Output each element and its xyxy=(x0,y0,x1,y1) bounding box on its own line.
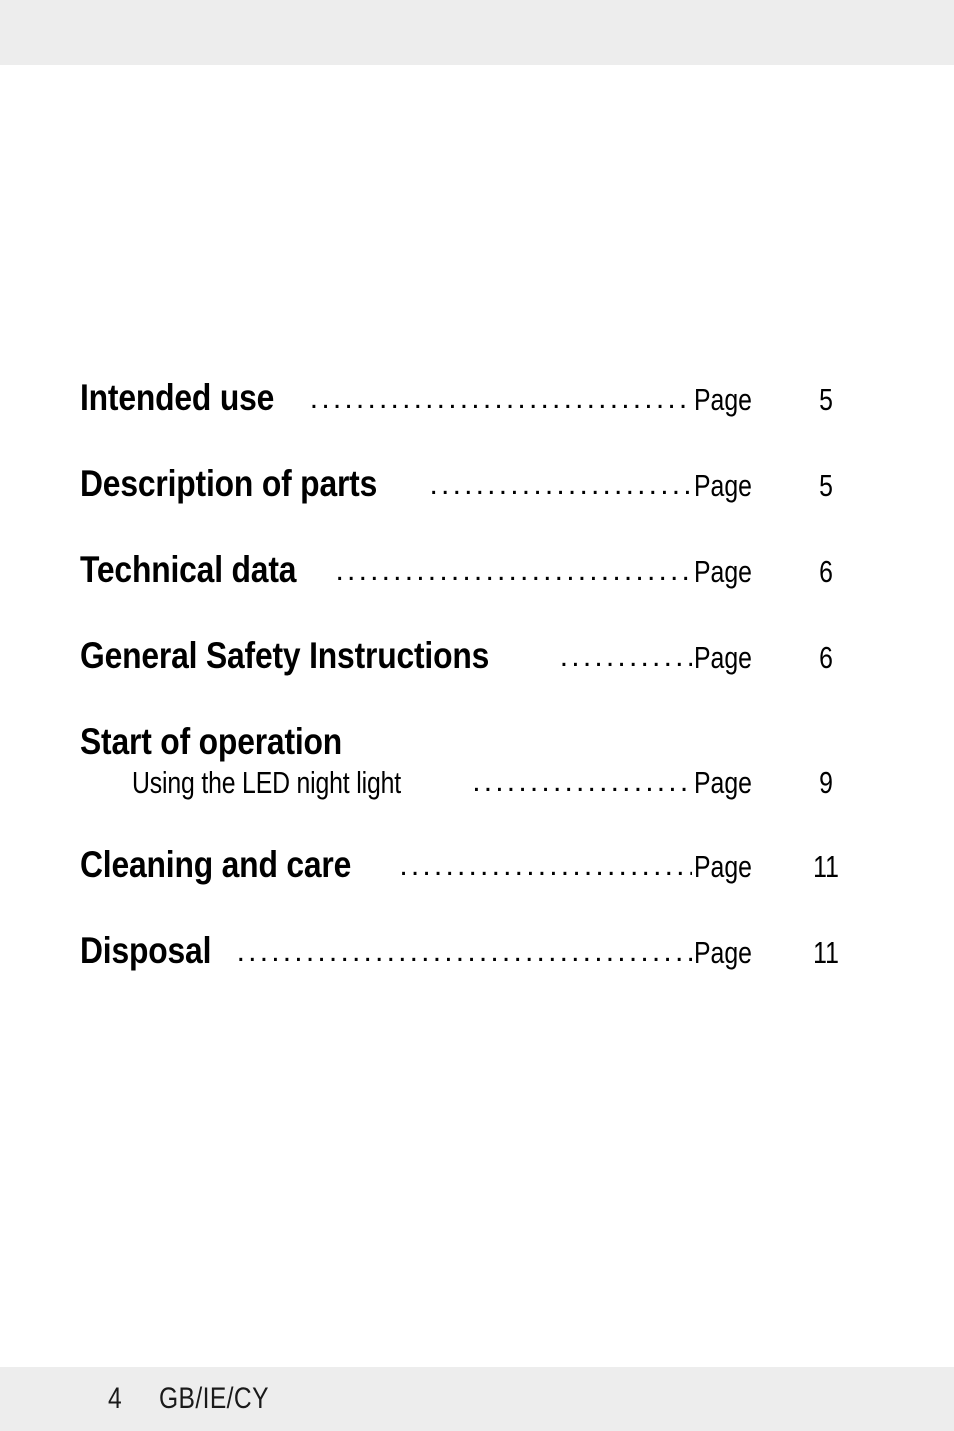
toc-entry-title: Using the LED night light xyxy=(132,764,401,800)
footer-locale-label: GB/IE/CY xyxy=(158,1382,269,1415)
toc-entry-page-label: Page xyxy=(694,849,752,885)
toc-entry-title: Start of operation xyxy=(80,720,343,762)
dot-leader: ........................................… xyxy=(472,766,692,797)
toc-entry-page-label: Page xyxy=(694,467,752,503)
toc-entry-general-safety-instructions[interactable]: General Safety Instructions ............… xyxy=(80,634,880,676)
page-footer: 4 GB/IE/CY xyxy=(0,1367,954,1431)
table-of-contents: Intended use ...........................… xyxy=(80,378,880,971)
toc-entry-page-label: Page xyxy=(694,935,752,971)
toc-entry-page-number: 11 xyxy=(813,935,839,971)
toc-entry-page-number: 9 xyxy=(819,764,833,800)
toc-entry-page-label: Page xyxy=(694,764,752,800)
toc-entry-page-number: 6 xyxy=(819,639,833,675)
toc-entry-using-the-led-night-light[interactable]: Using the LED night light ..............… xyxy=(80,764,880,800)
toc-entry-title: Cleaning and care xyxy=(80,844,352,886)
toc-entry-title: General Safety Instructions xyxy=(80,634,490,676)
toc-entry-start-of-operation[interactable]: Start of operation .....................… xyxy=(80,720,880,762)
dot-leader: ........................................… xyxy=(559,641,692,672)
dot-leader: ........................................… xyxy=(236,937,692,968)
toc-entry-title: Intended use xyxy=(80,377,275,418)
toc-entry-page-number: 6 xyxy=(819,553,833,589)
toc-entry-page-label: Page xyxy=(694,639,752,675)
toc-entry-intended-use[interactable]: Intended use ...........................… xyxy=(80,378,880,418)
toc-entry-description-of-parts[interactable]: Description of parts ...................… xyxy=(80,462,880,504)
toc-entry-technical-data[interactable]: Technical data .........................… xyxy=(80,548,880,590)
toc-entry-disposal[interactable]: Disposal ...............................… xyxy=(80,931,880,971)
toc-entry-title: Disposal xyxy=(80,930,212,972)
page-content-area: Intended use ...........................… xyxy=(0,65,954,1367)
toc-entry-title: Description of parts xyxy=(80,462,378,504)
dot-leader: ........................................… xyxy=(309,384,692,414)
top-margin-band xyxy=(0,0,954,65)
toc-entry-title: Technical data xyxy=(80,548,297,590)
dot-leader: ........................................… xyxy=(399,851,692,882)
toc-entry-page-number: 11 xyxy=(813,849,839,885)
toc-entry-cleaning-and-care[interactable]: Cleaning and care ......................… xyxy=(80,845,880,885)
toc-entry-page-label: Page xyxy=(694,382,752,417)
toc-entry-page-number: 5 xyxy=(819,467,833,503)
toc-entry-page-label: Page xyxy=(694,553,752,589)
dot-leader: ........................................… xyxy=(335,555,693,586)
toc-entry-page-number: 5 xyxy=(819,382,833,417)
dot-leader: ........................................… xyxy=(429,469,693,500)
footer-page-number: 4 xyxy=(108,1382,122,1415)
